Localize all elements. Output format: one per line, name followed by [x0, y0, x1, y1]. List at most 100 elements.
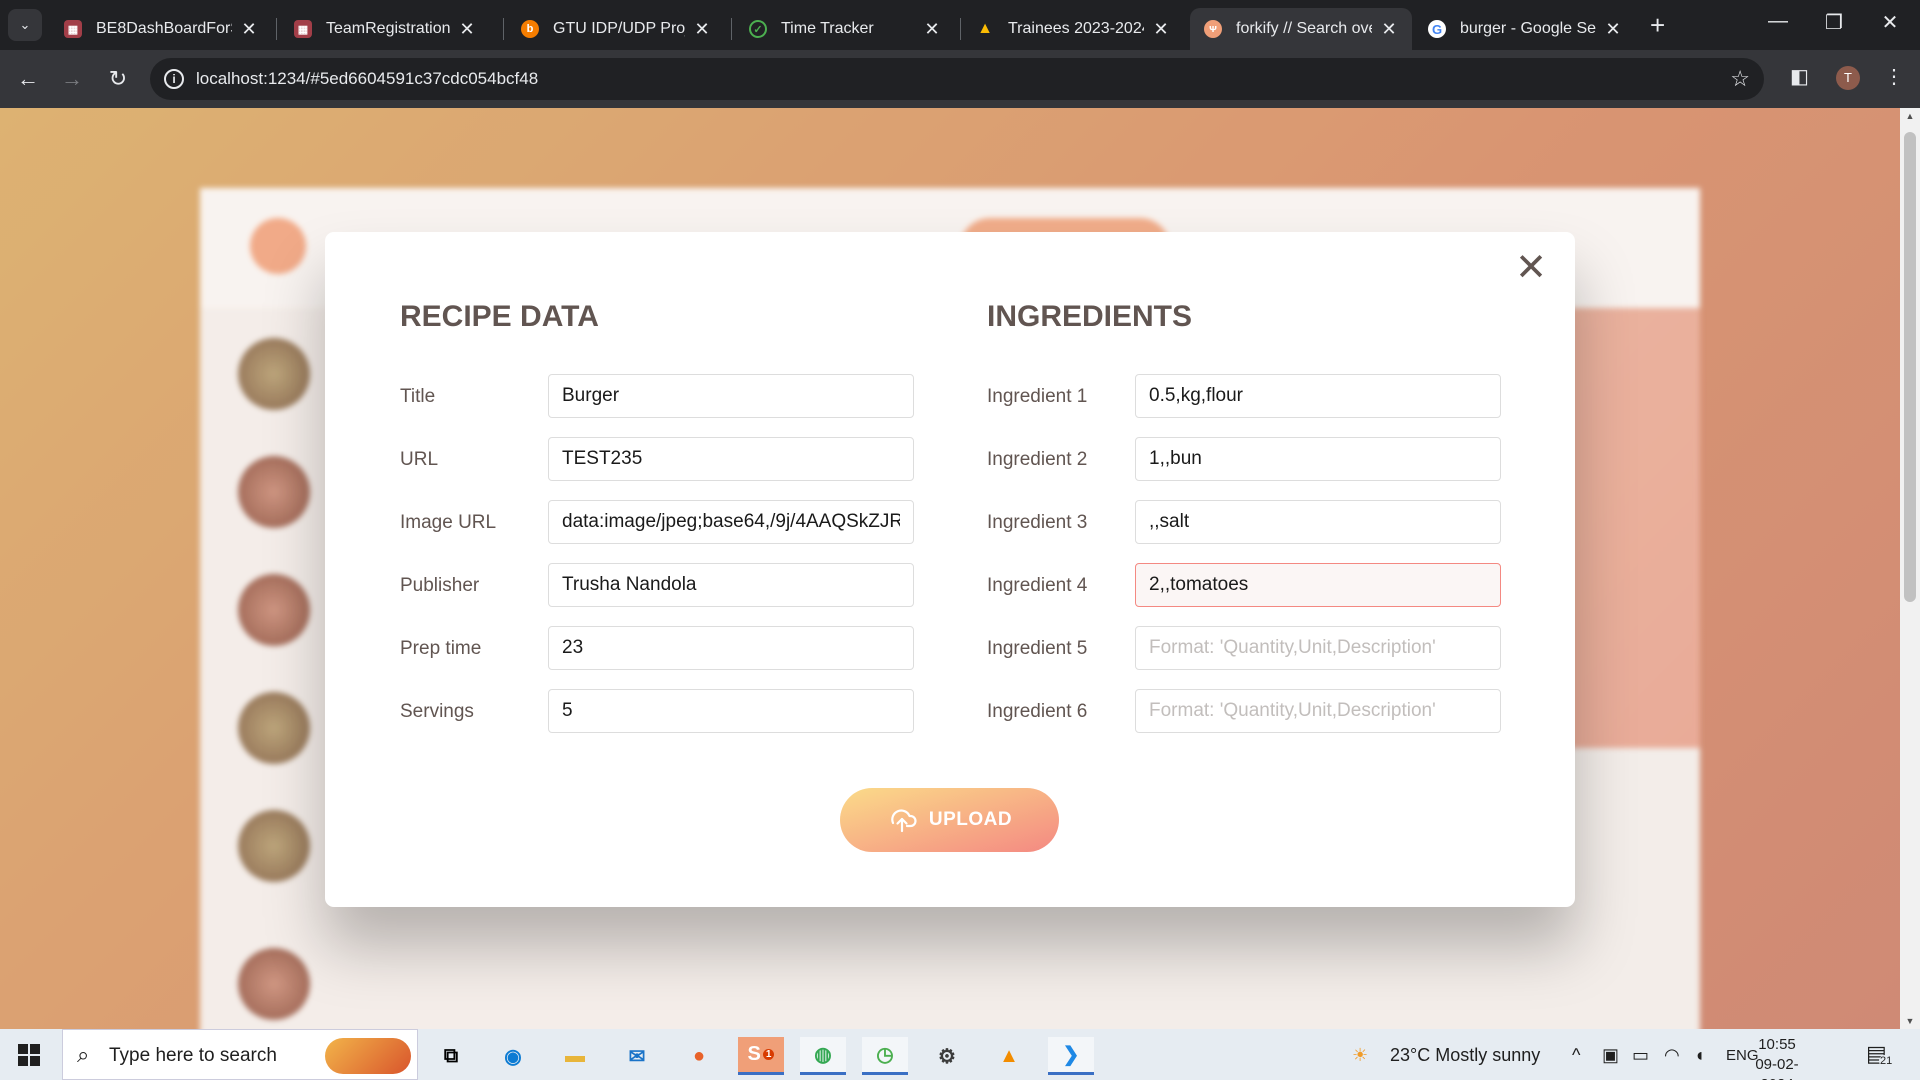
ingredient-2-label: Ingredient 2: [987, 449, 1088, 470]
taskbar-clock[interactable]: 10:55 09-02-2024: [1742, 1035, 1812, 1080]
tab-separator: [960, 18, 961, 40]
tab-separator: [503, 18, 504, 40]
ingredient-row: Ingredient 4: [987, 563, 1502, 607]
hidden-icons-chevron-icon[interactable]: ^: [1572, 1045, 1580, 1066]
weather-text[interactable]: 23°C Mostly sunny: [1390, 1045, 1540, 1066]
url-row: URL: [400, 437, 915, 481]
side-panel-icon[interactable]: ◧: [1790, 64, 1809, 89]
skype-icon[interactable]: S1: [738, 1037, 784, 1075]
search-icon: ⌕: [77, 1042, 90, 1067]
windows-start-icon[interactable]: [18, 1044, 40, 1066]
ingredients-column: INGREDIENTS Ingredient 1 Ingredient 2 In…: [987, 300, 1502, 752]
servings-input[interactable]: [548, 689, 914, 733]
tab-title: Time Tracker: [781, 20, 874, 37]
forward-arrow-icon[interactable]: →: [58, 66, 86, 92]
close-icon[interactable]: ✕: [1380, 19, 1398, 40]
close-icon[interactable]: ✕: [1604, 19, 1622, 40]
prep-time-input[interactable]: [548, 626, 914, 670]
forkify-favicon-icon: ᴪ: [1204, 20, 1222, 38]
ingredient-row: Ingredient 2: [987, 437, 1502, 481]
blogger-favicon-icon: b: [521, 20, 539, 38]
battery-icon[interactable]: ▭: [1632, 1045, 1649, 1066]
tab-google-search[interactable]: G burger - Google Search ✕: [1414, 8, 1636, 50]
tab-title: burger - Google Search: [1460, 20, 1596, 37]
tab-trainees[interactable]: ▲ Trainees 2023-2024 - ✕: [962, 8, 1184, 50]
team-favicon-icon: ▦: [294, 20, 312, 38]
volume-icon[interactable]: ◖: [1694, 1045, 1705, 1066]
mail-icon[interactable]: ✉: [614, 1037, 660, 1075]
file-explorer-icon[interactable]: ▬: [552, 1037, 598, 1075]
new-tab-plus-icon[interactable]: +: [1650, 12, 1665, 38]
reload-icon[interactable]: ↻: [104, 66, 132, 92]
tab-time-tracker[interactable]: ✓ Time Tracker ✕: [735, 8, 955, 50]
close-icon[interactable]: ✕: [693, 19, 711, 40]
close-modal-icon[interactable]: ✕: [1513, 249, 1549, 287]
site-info-icon[interactable]: i: [164, 69, 184, 89]
recipe-data-heading: RECIPE DATA: [400, 300, 599, 333]
windows-taskbar: ⌕ Type here to search ⧉ ◉ ▬ ✉ ● S1 ◍ ◷ ⚙…: [0, 1029, 1920, 1080]
minimize-icon[interactable]: —: [1758, 10, 1798, 33]
close-icon[interactable]: ✕: [923, 19, 941, 40]
profile-avatar[interactable]: T: [1836, 66, 1860, 90]
tab-bar: ⌄ ▦ BE8DashBoardForStudent ✕ ▦ TeamRegis…: [0, 0, 1920, 50]
scroll-down-icon[interactable]: ▼: [1900, 1013, 1920, 1029]
ingredient-4-input[interactable]: [1135, 563, 1501, 607]
firefox-icon[interactable]: ●: [676, 1037, 722, 1075]
close-icon[interactable]: ✕: [1152, 19, 1170, 40]
url-label: URL: [400, 449, 439, 470]
notification-count: 21: [1879, 1055, 1894, 1067]
scroll-thumb[interactable]: [1904, 132, 1916, 602]
ingredient-1-input[interactable]: [1135, 374, 1501, 418]
forkify-page: ✕ RECIPE DATA Title URL Image URL Publis…: [0, 108, 1900, 1029]
scroll-up-icon[interactable]: ▲: [1900, 108, 1920, 124]
chrome-icon[interactable]: ◍: [800, 1037, 846, 1075]
ingredient-2-input[interactable]: [1135, 437, 1501, 481]
weather-icon[interactable]: ☀: [1352, 1045, 1368, 1066]
task-view-icon[interactable]: ⧉: [428, 1037, 474, 1075]
address-bar[interactable]: i localhost:1234/#5ed6604591c37cdc054bcf…: [150, 58, 1764, 100]
prep-time-label: Prep time: [400, 638, 482, 659]
bookmark-star-icon[interactable]: ☆: [1730, 66, 1750, 92]
taskbar-search[interactable]: ⌕ Type here to search: [62, 1029, 418, 1080]
settings-gear-icon[interactable]: ⚙: [924, 1037, 970, 1075]
tab-forkify[interactable]: ᴪ forkify // Search over ✕: [1190, 8, 1412, 50]
time-tracker-icon[interactable]: ◷: [862, 1037, 908, 1075]
ingredient-6-input[interactable]: [1135, 689, 1501, 733]
upload-label: UPLOAD: [928, 809, 1013, 830]
image-url-input[interactable]: [548, 500, 914, 544]
recipe-data-column: RECIPE DATA Title URL Image URL Publishe…: [400, 300, 915, 752]
back-arrow-icon[interactable]: ←: [14, 66, 42, 92]
add-recipe-modal: ✕ RECIPE DATA Title URL Image URL Publis…: [325, 232, 1575, 907]
ingredient-row: Ingredient 1: [987, 374, 1502, 418]
tab-gtu-project[interactable]: b GTU IDP/UDP Project ✕: [507, 8, 725, 50]
close-icon[interactable]: ✕: [240, 19, 258, 40]
tab-search-button[interactable]: ⌄: [8, 9, 42, 41]
be8-favicon-icon: ▦: [64, 20, 82, 38]
wifi-icon[interactable]: ◠: [1664, 1045, 1680, 1066]
tab-team-registration[interactable]: ▦ TeamRegistrationForIDP ✕: [280, 8, 490, 50]
vlc-icon[interactable]: ▲: [986, 1037, 1032, 1075]
page-scrollbar[interactable]: ▲ ▼: [1900, 108, 1920, 1029]
vscode-icon[interactable]: ❯: [1048, 1037, 1094, 1075]
publisher-row: Publisher: [400, 563, 915, 607]
meet-now-icon[interactable]: ▣: [1602, 1045, 1619, 1066]
menu-kebab-icon[interactable]: ⋮: [1884, 64, 1904, 89]
edge-icon[interactable]: ◉: [490, 1037, 536, 1075]
tab-title: GTU IDP/UDP Project: [553, 20, 685, 37]
prep-time-row: Prep time: [400, 626, 915, 670]
cloud-upload-icon: [891, 809, 917, 833]
tab-be8-dashboard[interactable]: ▦ BE8DashBoardForStudent ✕: [50, 8, 272, 50]
publisher-input[interactable]: [548, 563, 914, 607]
address-url[interactable]: localhost:1234/#5ed6604591c37cdc054bcf48: [196, 69, 538, 89]
ingredient-5-input[interactable]: [1135, 626, 1501, 670]
title-input[interactable]: [548, 374, 914, 418]
ingredient-3-input[interactable]: [1135, 500, 1501, 544]
upload-button[interactable]: UPLOAD: [840, 788, 1059, 852]
restore-icon[interactable]: ❐: [1814, 10, 1854, 35]
close-icon[interactable]: ✕: [458, 19, 476, 40]
url-input[interactable]: [548, 437, 914, 481]
ingredient-row: Ingredient 5: [987, 626, 1502, 670]
notification-center-icon[interactable]: ▤ 21: [1866, 1041, 1894, 1067]
ingredient-1-label: Ingredient 1: [987, 386, 1088, 407]
window-close-icon[interactable]: ✕: [1870, 10, 1910, 35]
